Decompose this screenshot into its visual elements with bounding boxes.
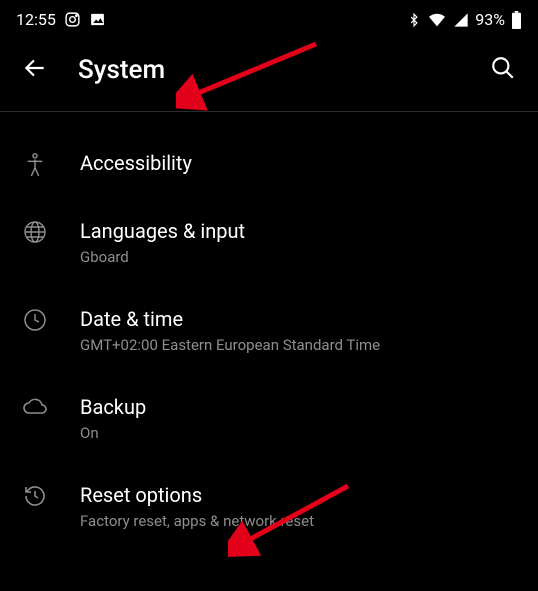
accessibility-icon [22, 150, 48, 178]
list-item-languages[interactable]: Languages & input Gboard [0, 198, 538, 286]
list-item-label: Backup [80, 394, 516, 420]
status-bar: 12:55 93% [0, 0, 538, 35]
settings-list: Accessibility Languages & input Gboard D… [0, 112, 538, 550]
image-icon [89, 11, 106, 28]
list-item-label: Date & time [80, 306, 516, 332]
history-icon [22, 482, 48, 508]
signal-icon [453, 12, 469, 28]
back-icon[interactable] [22, 55, 48, 85]
cloud-icon [22, 394, 48, 416]
list-item-label: Reset options [80, 482, 516, 508]
list-item-label: Accessibility [80, 150, 516, 176]
list-item-accessibility[interactable]: Accessibility [0, 130, 538, 198]
list-item-datetime[interactable]: Date & time GMT+02:00 Eastern European S… [0, 286, 538, 374]
bluetooth-icon [407, 11, 421, 29]
list-item-sub: GMT+02:00 Eastern European Standard Time [80, 336, 516, 354]
list-item-label: Languages & input [80, 218, 516, 244]
instagram-icon [64, 11, 81, 28]
list-item-sub: On [80, 424, 516, 442]
list-item-reset[interactable]: Reset options Factory reset, apps & netw… [0, 462, 538, 550]
clock-icon [22, 306, 48, 332]
list-item-backup[interactable]: Backup On [0, 374, 538, 462]
list-item-sub: Factory reset, apps & network reset [80, 512, 516, 530]
search-icon[interactable] [490, 55, 516, 85]
wifi-icon [427, 12, 447, 28]
status-time: 12:55 [16, 10, 56, 29]
list-item-sub: Gboard [80, 248, 516, 266]
battery-percent: 93% [475, 10, 505, 29]
globe-icon [22, 218, 48, 244]
app-bar: System [0, 35, 538, 111]
page-title: System [78, 55, 460, 85]
battery-icon [511, 11, 522, 29]
